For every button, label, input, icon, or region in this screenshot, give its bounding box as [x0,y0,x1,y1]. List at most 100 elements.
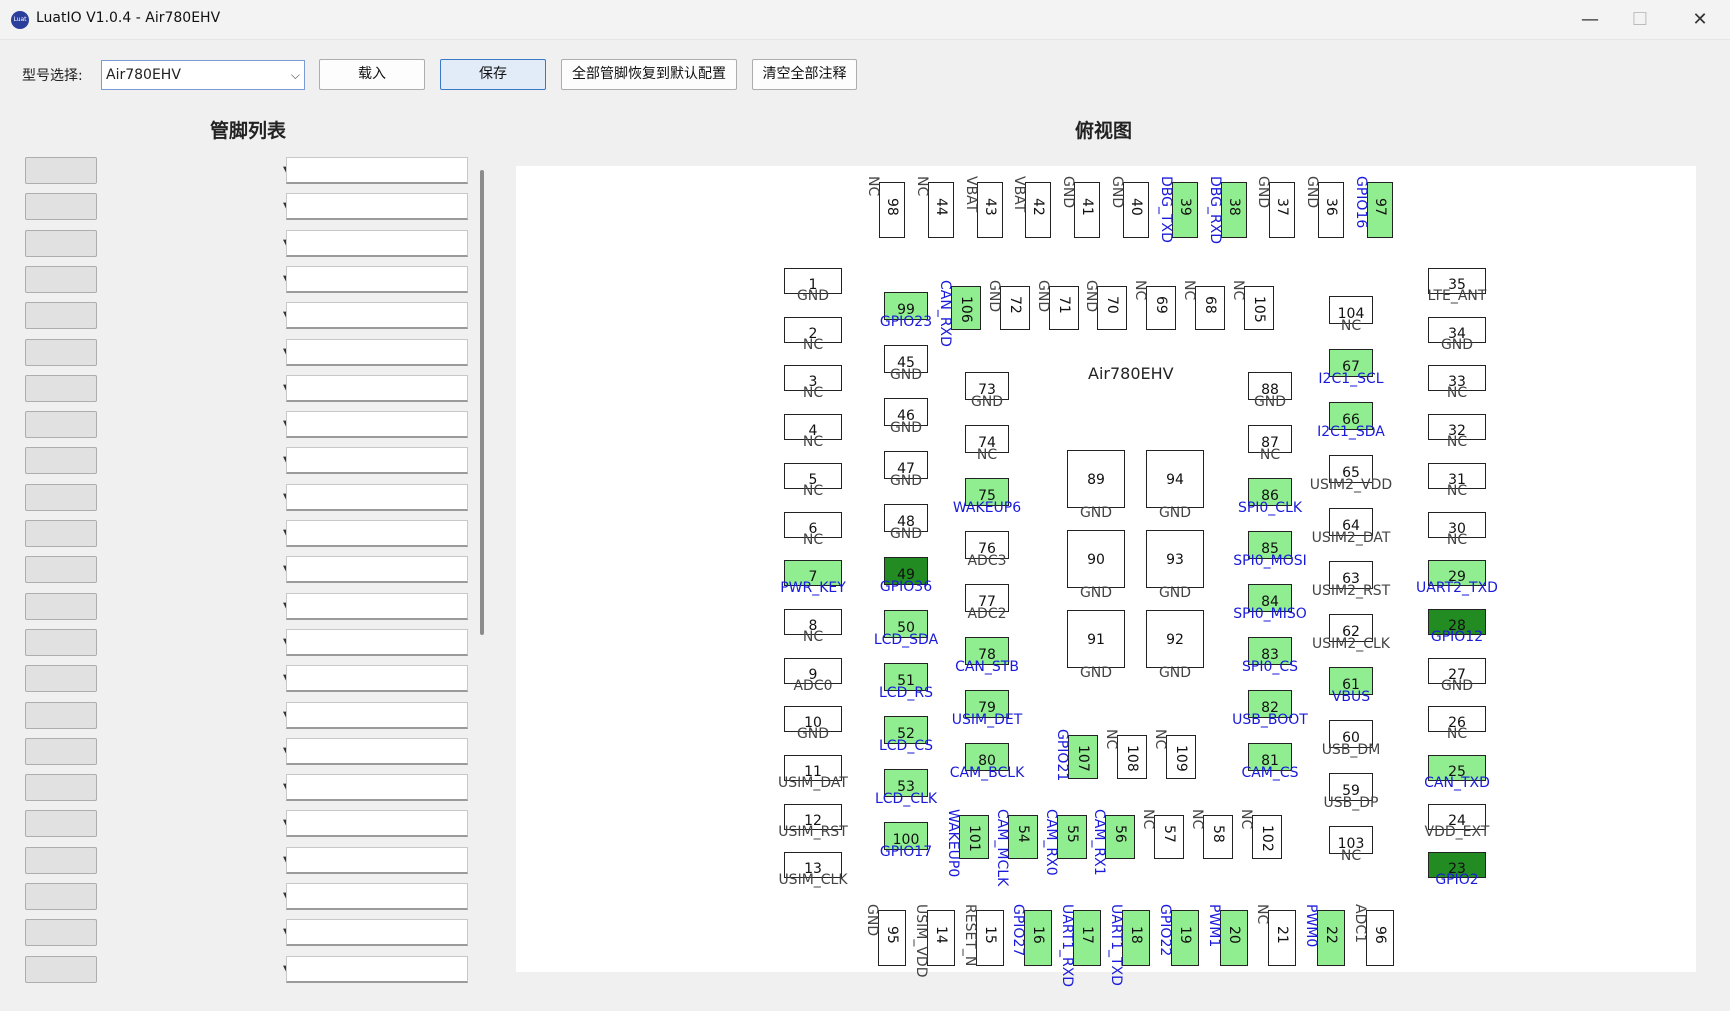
pin-number: 40 [1128,198,1144,216]
pin-note-input[interactable] [286,919,468,947]
pin-function-select[interactable]: ▼ [104,266,304,293]
pin-note-input[interactable] [286,193,468,221]
pin-function-select[interactable]: ▼ [104,520,304,547]
pin-note-input[interactable] [286,955,468,983]
pin-note-input[interactable] [286,520,468,547]
ground-pad-91[interactable]: 91 [1067,610,1125,668]
pin-note-input[interactable] [286,774,468,802]
pin-button[interactable] [25,628,97,656]
pin-note-input[interactable] [286,665,468,693]
pin-button[interactable] [25,846,97,874]
ground-pad-94[interactable]: 94 [1146,450,1204,508]
pin-note-input[interactable] [286,846,468,874]
pin-button[interactable] [25,229,97,257]
pin-function-select[interactable]: ▼ [104,702,304,729]
pin-note-input[interactable] [286,737,468,765]
pin-function-select[interactable]: ▼ [104,302,304,329]
ground-pad-93[interactable]: 93 [1146,530,1204,588]
pin-button[interactable] [25,919,97,947]
pin-function-select[interactable]: ▼ [104,883,304,910]
pin-function-select[interactable]: ▼ [104,193,304,220]
pin-note-input[interactable] [286,628,468,656]
pin-note-input[interactable] [286,338,468,366]
pin-function-select[interactable]: ▼ [104,375,304,402]
pin-label-74: NC [976,447,998,463]
pin-note-input[interactable] [286,265,468,293]
pin-button[interactable] [25,520,97,547]
pin-button[interactable] [25,883,97,910]
minimize-icon[interactable]: — [1562,0,1618,40]
pin-function-select[interactable]: ▼ [104,919,304,946]
pin-button[interactable] [25,592,97,620]
pin-function-select[interactable]: ▼ [104,447,304,474]
pin-button[interactable] [25,556,97,584]
ground-pad-89[interactable]: 89 [1067,450,1125,508]
pin-function-select[interactable]: ▼ [104,665,304,692]
pin-function-select[interactable]: ▼ [104,774,304,801]
pin-button[interactable] [25,302,97,330]
pin-number: 72 [1006,296,1023,314]
pin-function-select[interactable]: ▼ [104,847,304,874]
clear-notes-button[interactable]: 清空全部注释 [752,59,857,90]
pin-note-input[interactable] [286,483,468,511]
pin-note-input[interactable] [286,157,468,184]
pin-number: 36 [1323,198,1340,216]
pin-button[interactable] [25,955,97,983]
pin-note-input[interactable] [286,556,468,584]
pin-button[interactable] [25,338,97,366]
pin-button[interactable] [25,265,97,293]
pin-row: ▼ [22,300,472,333]
save-button[interactable]: 保存 [440,59,546,90]
pin-note-input[interactable] [286,447,468,475]
pin-function-select[interactable]: ▼ [104,157,304,184]
load-button[interactable]: 载入 [319,59,425,90]
pin-button[interactable] [25,701,97,729]
pin-label-57: NC [1140,809,1157,830]
pin-label-4: NC [802,434,824,451]
pin-number: 43 [981,198,998,216]
pin-function-select[interactable]: ▼ [104,411,304,438]
pin-label-96: ADC1 [1352,904,1368,944]
chevron-down-icon[interactable]: ⌵ [291,61,300,89]
pin-note-input[interactable] [286,302,468,330]
pin-function-select[interactable]: ▼ [104,230,304,257]
pin-label-79: USIM_DET [951,712,1023,728]
ground-pad-92[interactable]: 92 [1146,610,1204,668]
pin-row: ▼ [22,554,472,587]
model-select[interactable]: Air780EHV ⌵ [101,60,305,90]
pin-function-select[interactable]: ▼ [104,339,304,366]
pin-function-select[interactable]: ▼ [104,810,304,837]
restore-defaults-button[interactable]: 全部管脚恢复到默认配置 [561,59,737,90]
pin-function-select[interactable]: ▼ [104,738,304,765]
pin-function-select[interactable]: ▼ [104,556,304,583]
pin-button[interactable] [25,810,97,838]
pin-function-select[interactable]: ▼ [104,629,304,656]
pin-button[interactable] [25,374,97,402]
pin-list-scrollbar[interactable] [480,170,484,635]
pin-function-select[interactable]: ▼ [104,956,304,983]
pin-button[interactable] [25,411,97,439]
pin-button[interactable] [25,665,97,693]
close-icon[interactable]: ✕ [1672,0,1728,40]
pin-note-input[interactable] [286,701,468,729]
pin-note-input[interactable] [286,229,468,257]
maximize-icon[interactable]: ☐ [1612,0,1668,40]
ground-pad-90[interactable]: 90 [1067,530,1125,588]
pin-label-82: USB_BOOT [1232,712,1308,728]
pin-function-select[interactable]: ▼ [104,593,304,620]
pin-button[interactable] [25,447,97,475]
pin-button[interactable] [25,774,97,802]
pin-note-input[interactable] [286,883,468,910]
pin-note-input[interactable] [286,374,468,402]
pin-label-107: GPIO21 [1054,729,1070,782]
pin-button[interactable] [25,193,97,221]
pin-button[interactable] [25,737,97,765]
pin-note-input[interactable] [286,810,468,838]
pin-button[interactable] [25,157,97,184]
pin-label-81: CAM_CS [1241,765,1299,781]
pin-note-input[interactable] [286,411,468,439]
pin-button[interactable] [25,483,97,511]
pin-row: ▼ [22,337,472,370]
pin-function-select[interactable]: ▼ [104,484,304,511]
pin-note-input[interactable] [286,592,468,620]
